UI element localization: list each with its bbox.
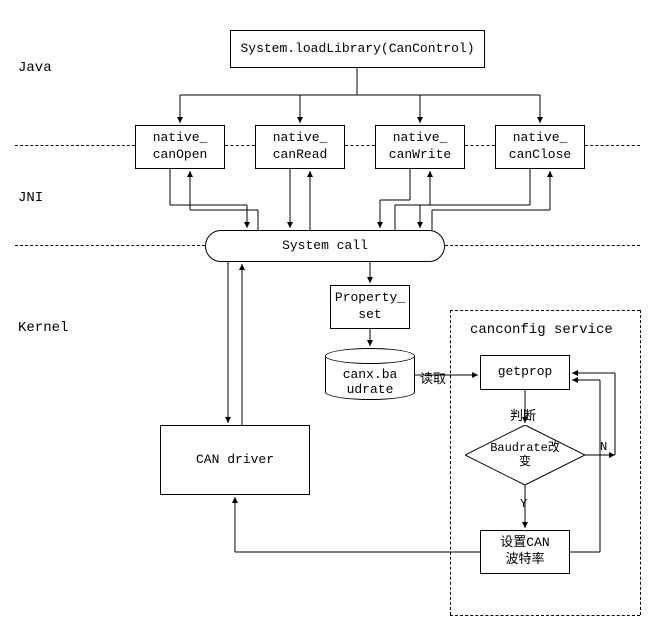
judge-label: 判断 <box>510 405 536 424</box>
system-call-text: System call <box>282 238 368 255</box>
no-label: N <box>600 440 607 454</box>
dash-java-jni-gap2 <box>345 145 375 146</box>
cylinder-text: canx.ba udrate <box>343 367 398 397</box>
getprop-box: getprop <box>480 355 570 390</box>
cylinder-baudrate: canx.ba udrate <box>325 348 415 400</box>
service-bottom-dash <box>450 615 640 616</box>
can-driver-box: CAN driver <box>160 425 310 495</box>
getprop-text: getprop <box>498 364 553 381</box>
native-canread-text: native_ canRead <box>273 130 328 164</box>
load-library-text: System.loadLibrary(CanControl) <box>240 41 474 58</box>
service-right-dash <box>640 310 641 615</box>
native-canopen-box: native_ canOpen <box>135 125 225 169</box>
service-top-dash <box>450 310 640 311</box>
load-library-box: System.loadLibrary(CanControl) <box>230 30 485 68</box>
baudrate-diamond: Baudrate改 变 <box>465 425 585 485</box>
native-canwrite-box: native_ canWrite <box>375 125 465 169</box>
dash-java-jni-right <box>585 145 640 146</box>
diagram-canvas: Java JNI Kernel System.loadLibrary(CanCo… <box>0 0 649 640</box>
service-title: canconfig service <box>470 322 613 338</box>
property-set-box: Property_ set <box>330 285 410 329</box>
set-baud-text: 设置CAN 波特率 <box>500 535 549 569</box>
dash-java-jni-gap1 <box>225 145 255 146</box>
diamond-text: Baudrate改 变 <box>490 441 560 470</box>
native-canopen-text: native_ canOpen <box>153 130 208 164</box>
layer-jni-label: JNI <box>18 190 43 206</box>
yes-label: Y <box>520 497 527 511</box>
native-canwrite-text: native_ canWrite <box>389 130 451 164</box>
service-left-dash <box>450 310 451 615</box>
dash-jni-kernel-left <box>15 245 205 246</box>
dash-java-jni-left <box>15 145 135 146</box>
layer-java-label: Java <box>18 60 52 76</box>
dash-jni-kernel-right <box>445 245 640 246</box>
set-baud-box: 设置CAN 波特率 <box>480 530 570 574</box>
native-canclose-box: native_ canClose <box>495 125 585 169</box>
read-label: 读取 <box>420 368 446 387</box>
layer-kernel-label: Kernel <box>18 320 68 336</box>
native-canclose-text: native_ canClose <box>509 130 571 164</box>
property-set-text: Property_ set <box>335 290 405 324</box>
dash-java-jni-gap3 <box>465 145 495 146</box>
system-call-box: System call <box>205 230 445 262</box>
can-driver-text: CAN driver <box>196 452 274 469</box>
native-canread-box: native_ canRead <box>255 125 345 169</box>
